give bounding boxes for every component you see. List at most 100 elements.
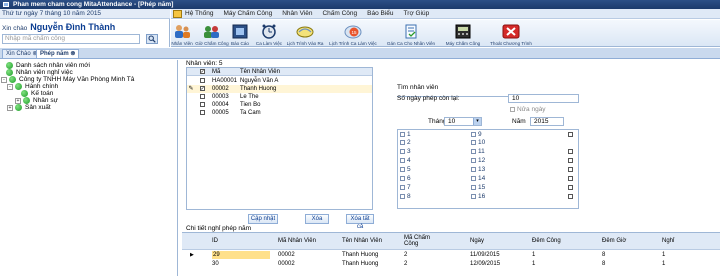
tree-node-production[interactable]: + Sản xuất	[7, 104, 51, 111]
day-checkbox-extra[interactable]	[568, 149, 573, 154]
node-icon	[23, 97, 30, 104]
half-day-checkbox[interactable]	[510, 106, 515, 112]
collapse-icon[interactable]: -	[1, 76, 7, 83]
day-checkbox-2[interactable]: 2	[400, 139, 411, 146]
year-field[interactable]: 2015	[530, 117, 564, 126]
toolbar-exit[interactable]: Thoát Chương Trình	[490, 20, 532, 47]
row-checkbox[interactable]	[199, 77, 205, 83]
day-checkbox-1[interactable]: 1	[400, 131, 411, 138]
day-checkbox-8[interactable]: 8	[400, 193, 411, 200]
row-checkbox[interactable]	[199, 93, 205, 99]
collapse-icon[interactable]: -	[7, 83, 13, 90]
shift-icon	[262, 24, 276, 39]
node-icon	[15, 83, 22, 90]
day-checkbox-3[interactable]: 3	[400, 148, 411, 155]
day-checkbox-16[interactable]: 16	[471, 193, 485, 200]
day-checkbox-12[interactable]: 12	[471, 157, 485, 164]
menu-devices[interactable]: Máy Chấm Công	[223, 10, 272, 17]
day-checkbox-10[interactable]: 10	[471, 139, 485, 146]
menu-employees[interactable]: Nhân Viên	[282, 10, 312, 17]
half-day-option[interactable]: Nửa ngày	[510, 106, 546, 113]
day-checkbox-9[interactable]: 9	[471, 131, 482, 138]
col-leave: Nghỉ	[662, 238, 675, 244]
day-checkbox-11[interactable]: 11	[471, 148, 485, 155]
row-checkbox[interactable]: ✓	[199, 86, 205, 92]
day-checkbox-extra[interactable]	[568, 176, 573, 181]
day-checkbox-extra[interactable]	[568, 194, 573, 199]
tree-node-hr[interactable]: + Nhân sự	[15, 97, 58, 104]
col-employee-code: Mã Nhân Viên	[278, 238, 316, 244]
clock-icon	[204, 26, 219, 38]
col-date: Ngày	[470, 238, 485, 244]
select-all-checkbox[interactable]: ✓	[199, 68, 205, 74]
day-checkbox-13[interactable]: 13	[471, 166, 485, 173]
node-icon	[21, 90, 28, 97]
table-row[interactable]: HA00001 Nguyễn Văn A	[187, 77, 372, 85]
tree-node-company[interactable]: - Công ty TNHH Máy Văn Phòng Minh Tâ	[1, 76, 134, 83]
remaining-days-label: Số ngày phép còn lại:	[397, 95, 460, 102]
menu-system[interactable]: Hệ Thống	[185, 10, 213, 17]
month-select[interactable]: 10 ▾	[444, 117, 482, 126]
day-checkbox-15[interactable]: 15	[471, 184, 485, 191]
search-button[interactable]	[146, 34, 158, 44]
node-icon	[15, 104, 22, 111]
calendar-day-number: 15	[351, 30, 357, 35]
toolbar-devices[interactable]: Máy Chấm Công	[443, 20, 483, 47]
delete-button[interactable]: Xóa	[305, 214, 329, 224]
calendar-icon: 15	[344, 25, 362, 39]
schedule-icon	[296, 26, 314, 38]
employee-code-input[interactable]: Nhập mã chấm công	[2, 34, 140, 44]
tab-annual-leave[interactable]: Phép năm ⊗	[36, 49, 80, 58]
table-row[interactable]: 00003 Le The	[187, 93, 372, 101]
day-checkbox-extra[interactable]	[568, 132, 573, 137]
close-icon[interactable]: ⊗	[70, 51, 75, 57]
expand-icon[interactable]: +	[7, 104, 13, 111]
dropdown-arrow-icon[interactable]: ▾	[473, 118, 481, 125]
tree-node-resigned[interactable]: Nhân viên nghỉ việc	[6, 69, 73, 76]
leave-detail-grid: ID Mã Nhân Viên Tên Nhân Viên Mã Chấm Cô…	[182, 232, 720, 276]
row-checkbox[interactable]	[199, 109, 205, 115]
day-checkbox-7[interactable]: 7	[400, 184, 411, 191]
user-panel: Thứ tư ngày 7 tháng 10 năm 2015 Xin chào…	[0, 9, 170, 47]
day-checkbox-extra[interactable]	[568, 158, 573, 163]
tree-node-accounting[interactable]: Kế toán	[21, 90, 53, 97]
day-checkbox-14[interactable]: 14	[471, 175, 485, 182]
toolbar-reports[interactable]: Báo Cáo	[229, 20, 251, 47]
toolbar-assign-shift[interactable]: Gán Ca Cho Nhân Viên	[383, 20, 439, 47]
table-row-selected[interactable]: ✎ ✓ 00002 Thanh Huong	[187, 85, 372, 93]
menu-help[interactable]: Trợ Giúp	[404, 10, 430, 17]
menu-attendance[interactable]: Chấm Công	[322, 10, 357, 17]
col-employee-name: Tên Nhân Viên	[342, 238, 382, 244]
toolbar-checkin-times[interactable]: Giờ Chấm Công	[195, 20, 229, 47]
report-icon	[232, 24, 248, 39]
user-name: Nguyễn Đình Thành	[30, 22, 116, 32]
grid-header: ✓ Mã Tên Nhân Viên	[187, 68, 372, 76]
menu-reports[interactable]: Báo Biểu	[367, 10, 393, 17]
toolbar: Nhân Viên Giờ Chấm Công Báo Cáo Ca Làm V…	[171, 20, 720, 47]
day-checkbox-5[interactable]: 5	[400, 166, 411, 173]
tree-node-new-employees[interactable]: Danh sách nhân viên mới	[6, 62, 90, 69]
toolbar-shifts[interactable]: Ca Làm Việc	[255, 20, 283, 47]
date-label: Thứ tư ngày 7 tháng 10 năm 2015	[0, 9, 170, 19]
table-row[interactable]: 00004 Tien Bo	[187, 101, 372, 109]
expand-icon[interactable]: +	[15, 97, 21, 104]
tree-node-admin[interactable]: - Hành chính	[7, 83, 58, 90]
day-checkbox-4[interactable]: 4	[400, 157, 411, 164]
day-checkbox-extra[interactable]	[568, 185, 573, 190]
toolbar-inout-schedule[interactable]: Lịch Trình Vào Ra	[285, 20, 325, 47]
toolbar-employees[interactable]: Nhân Viên	[171, 20, 193, 47]
update-button[interactable]: Cập nhật	[248, 214, 278, 224]
row-checkbox[interactable]	[199, 101, 205, 107]
menu-bar: Hệ Thống Máy Chấm Công Nhân Viên Chấm Cô…	[171, 9, 720, 19]
find-employee-label: Tìm nhân viên	[397, 84, 439, 91]
toolbar-shift-schedule[interactable]: 15 Lịch Trình Ca Làm Việc	[327, 20, 379, 47]
department-tree: Danh sách nhân viên mới Nhân viên nghỉ v…	[0, 60, 178, 276]
day-checkbox-extra[interactable]	[568, 167, 573, 172]
detail-row[interactable]: 30 00002 Thanh Huong 2 12/09/2015 1 8 1	[182, 260, 720, 268]
table-row[interactable]: 00005 Ta Cam	[187, 109, 372, 117]
detail-row[interactable]: ▶ 29 00002 Thanh Huong 2 11/09/2015 1 8 …	[182, 251, 720, 259]
day-checkbox-6[interactable]: 6	[400, 175, 411, 182]
greeting-text: Xin chào	[2, 25, 28, 32]
delete-all-button[interactable]: Xóa tất cả	[346, 214, 374, 230]
remaining-days-field[interactable]: 10	[508, 94, 579, 103]
